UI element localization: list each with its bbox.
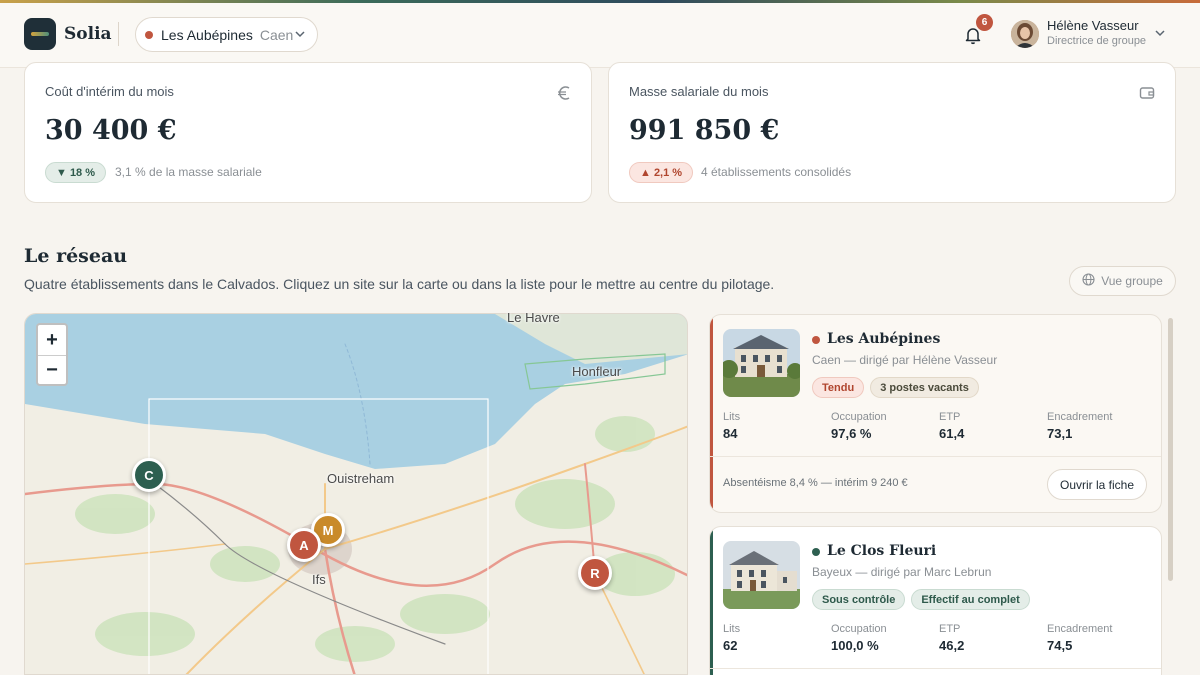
wallet-icon — [1139, 85, 1155, 106]
kpi-card-payroll: Masse salariale du mois 991 850 € ▲ 2,1 … — [608, 62, 1176, 203]
group-view-label: Vue groupe — [1101, 274, 1163, 288]
site-tags: Tendu 3 postes vacants — [812, 377, 979, 398]
kpi-delta-badge: ▲ 2,1 % — [629, 162, 694, 183]
site-photo — [723, 541, 800, 609]
status-badge: Sous contrôle — [812, 589, 906, 610]
site-selector-city: Caen — [259, 26, 294, 43]
site-status-dot — [145, 30, 153, 39]
map-marker-a[interactable]: A — [287, 528, 321, 562]
kpi-note: 3,1 % de la masse salariale — [115, 165, 262, 179]
kpi-value: 991 850 € — [629, 115, 780, 146]
stat-occupation: Occupation 97,6 % — [831, 411, 887, 441]
stat-supervision: Encadrement 74,5 — [1047, 623, 1113, 653]
map-label-honfleur: Honfleur — [572, 364, 622, 379]
list-scrollbar[interactable] — [1168, 318, 1173, 581]
brand-name: Solia — [64, 24, 112, 44]
euro-icon — [557, 85, 571, 106]
site-status-bar — [710, 527, 713, 675]
zoom-in-button[interactable]: + — [38, 325, 66, 355]
avatar[interactable] — [1011, 20, 1039, 48]
kpi-value: 30 400 € — [45, 115, 177, 146]
map-label-ouistreham: Ouistreham — [327, 471, 395, 486]
stat-occupation: Occupation 100,0 % — [831, 623, 887, 653]
map-marker-c[interactable]: C — [132, 458, 166, 492]
staffing-badge: Effectif au complet — [911, 589, 1030, 610]
site-footer-note: Absentéisme 8,4 % — intérim 9 240 € — [723, 477, 908, 489]
zoom-out-button[interactable]: − — [38, 355, 66, 385]
card-divider — [710, 668, 1161, 669]
user-role: Directrice de groupe — [1047, 35, 1147, 47]
site-selector-name: Les Aubépines — [161, 26, 253, 43]
user-name: Hélène Vasseur — [1047, 18, 1139, 33]
kpi-note: 4 établissements consolidés — [701, 165, 852, 179]
map-marker-r[interactable]: R — [578, 556, 612, 590]
accent-strip — [0, 0, 1200, 3]
stat-beds: Lits 62 — [723, 623, 741, 653]
kpi-card-interim: Coût d'intérim du mois 30 400 € ▼ 18 % 3… — [24, 62, 592, 203]
section-title: Le réseau — [24, 245, 128, 267]
map-label-le-havre: Le Havre — [507, 310, 560, 325]
map-zoom-control: + − — [36, 323, 68, 386]
chevron-down-icon — [295, 28, 305, 42]
globe-icon — [1082, 273, 1095, 289]
site-selector[interactable]: Les Aubépines Caen — [135, 17, 318, 52]
site-name: Le Clos Fleuri — [827, 543, 937, 559]
site-card-le-clos-fleuri[interactable]: Le Clos Fleuri Bayeux — dirigé par Marc … — [709, 526, 1162, 675]
kpi-label: Masse salariale du mois — [629, 84, 769, 99]
map-label-ifs: Ifs — [312, 572, 326, 587]
notification-badge: 6 — [976, 14, 993, 31]
site-status-dot — [812, 336, 820, 344]
chevron-down-icon[interactable] — [1155, 27, 1165, 41]
stat-supervision: Encadrement 73,1 — [1047, 411, 1113, 441]
stat-beds: Lits 84 — [723, 411, 741, 441]
site-status-bar — [710, 315, 713, 512]
stat-etp: ETP 46,2 — [939, 623, 965, 653]
kpi-label: Coût d'intérim du mois — [45, 84, 174, 99]
site-name: Les Aubépines — [827, 331, 941, 347]
status-badge: Tendu — [812, 377, 865, 398]
site-subtitle: Bayeux — dirigé par Marc Lebrun — [812, 565, 992, 579]
group-view-button[interactable]: Vue groupe — [1069, 266, 1176, 296]
app-logo[interactable] — [24, 18, 56, 50]
header-divider — [118, 22, 119, 46]
site-subtitle: Caen — dirigé par Hélène Vasseur — [812, 353, 998, 367]
site-card-les-aubepines[interactable]: Les Aubépines Caen — dirigé par Hélène V… — [709, 314, 1162, 513]
stat-etp: ETP 61,4 — [939, 411, 965, 441]
vacancy-badge: 3 postes vacants — [870, 377, 979, 398]
card-divider — [710, 456, 1161, 457]
site-tags: Sous contrôle Effectif au complet — [812, 589, 1030, 610]
open-site-button[interactable]: Ouvrir la fiche — [1047, 469, 1147, 500]
section-subtitle: Quatre établissements dans le Calvados. … — [24, 276, 775, 292]
site-photo — [723, 329, 800, 397]
kpi-delta-badge: ▼ 18 % — [45, 162, 107, 183]
site-status-dot — [812, 548, 820, 556]
